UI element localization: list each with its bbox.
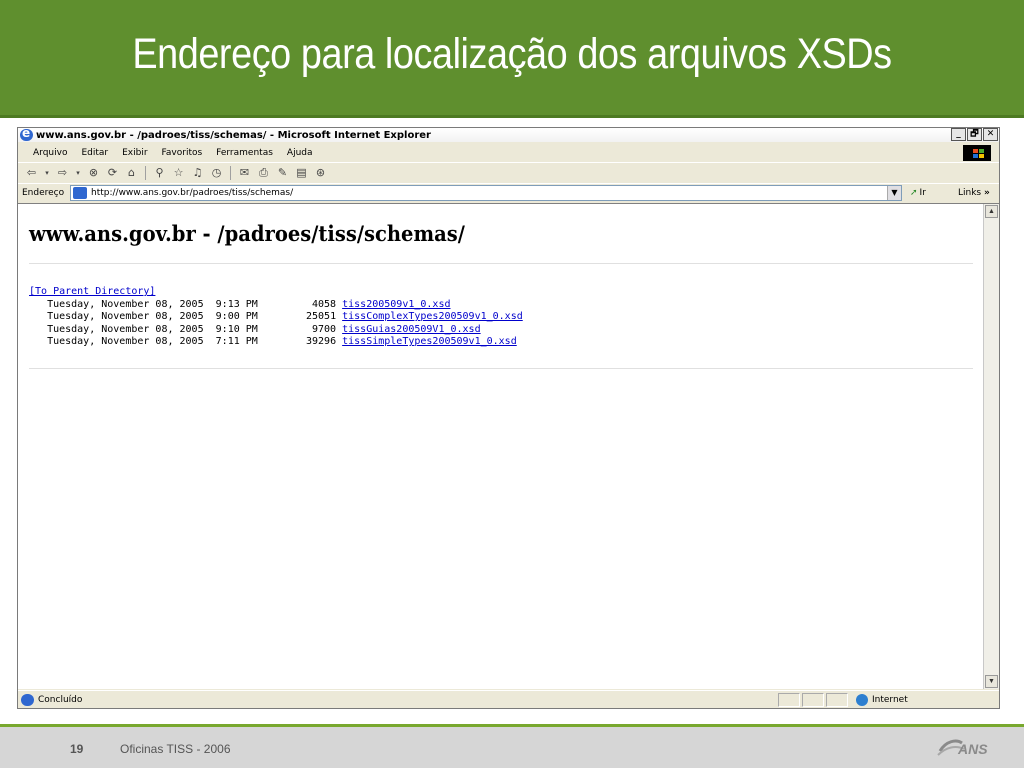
address-bar: Endereço http://www.ans.gov.br/padroes/t… (18, 183, 999, 202)
go-arrow-icon: ➚ (910, 188, 918, 198)
menu-ferramentas[interactable]: Ferramentas (209, 148, 280, 158)
zone-label: Internet (872, 694, 908, 705)
file-size: 4058 (312, 298, 337, 310)
file-link[interactable]: tissSimpleTypes200509v1_0.xsd (342, 336, 517, 347)
window-titlebar[interactable]: www.ans.gov.br - /padroes/tiss/schemas/ … (18, 126, 999, 142)
file-date: Tuesday, November 08, 2005 (47, 323, 204, 335)
media-icon[interactable]: ♫ (190, 166, 205, 180)
slide-number: 19 (70, 742, 84, 756)
page-icon (73, 187, 87, 199)
restore-button[interactable]: 🗗 (967, 128, 982, 141)
done-page-icon (21, 693, 34, 706)
ans-logo: ANS (937, 739, 988, 757)
file-row: Tuesday, November 08, 2005 7:11 PM 39296… (29, 336, 523, 349)
slide-title: Endereço para localização dos arquivos X… (132, 30, 892, 78)
close-button[interactable]: ✕ (983, 128, 998, 141)
slide-footer: 19 Oficinas TISS - 2006 ANS (0, 727, 1024, 768)
file-date: Tuesday, November 08, 2005 (47, 298, 204, 310)
links-chevron-icon: » (984, 188, 990, 198)
edit-icon[interactable]: ✎ (275, 166, 290, 180)
address-input[interactable]: http://www.ans.gov.br/padroes/tiss/schem… (70, 185, 902, 201)
go-label: Ir (919, 188, 926, 198)
search-icon[interactable]: ⚲ (152, 166, 167, 180)
toolbar-separator (145, 165, 146, 180)
page-viewport[interactable]: www.ans.gov.br - /padroes/tiss/schemas/ … (18, 203, 999, 689)
windows-logo-icon (963, 145, 991, 161)
discuss-icon[interactable]: ▤ (294, 166, 309, 180)
browser-window: www.ans.gov.br - /padroes/tiss/schemas/ … (17, 126, 1000, 709)
window-controls: _ 🗗 ✕ (951, 128, 998, 141)
forward-dropdown-icon[interactable]: ▾ (74, 166, 82, 180)
file-link[interactable]: tiss200509v1_0.xsd (342, 299, 450, 310)
print-icon[interactable]: ⎙ (256, 166, 271, 180)
status-panel (778, 692, 800, 707)
file-link[interactable]: tissComplexTypes200509v1_0.xsd (342, 311, 523, 322)
links-label: Links (958, 188, 982, 198)
logo-text: ANS (957, 741, 988, 757)
address-label: Endereço (22, 188, 65, 198)
messenger-icon[interactable]: ⊛ (313, 166, 328, 180)
history-icon[interactable]: ◷ (209, 166, 224, 180)
home-icon[interactable]: ⌂ (124, 166, 139, 180)
menu-editar[interactable]: Editar (74, 148, 115, 158)
status-panel (826, 692, 848, 707)
file-time: 9:10 PM (215, 323, 258, 335)
window-title: www.ans.gov.br - /padroes/tiss/schemas/ … (36, 129, 431, 141)
security-zone: Internet (856, 693, 908, 706)
file-time: 9:13 PM (215, 298, 258, 310)
scroll-down-icon[interactable]: ▼ (985, 675, 998, 688)
file-time: 7:11 PM (215, 336, 258, 348)
standard-toolbar: ⇦ ▾ ⇨ ▾ ⊗ ⟳ ⌂ ⚲ ☆ ♫ ◷ ✉ ⎙ ✎ ▤ ⊛ (18, 162, 999, 182)
file-size: 25051 (305, 311, 337, 323)
scroll-up-icon[interactable]: ▲ (985, 205, 998, 218)
parent-directory-link[interactable]: [To Parent Directory] (29, 286, 155, 297)
file-size: 39296 (305, 336, 337, 348)
internet-explorer-icon (20, 126, 33, 141)
favorites-icon[interactable]: ☆ (171, 166, 186, 180)
directory-listing: [To Parent Directory] Tuesday, November … (29, 286, 523, 349)
toolbar-separator (230, 165, 231, 180)
go-button[interactable]: ➚ Ir (910, 188, 940, 198)
menu-bar: Arquivo Editar Exibir Favoritos Ferramen… (18, 144, 999, 162)
status-panel (802, 692, 824, 707)
status-bar: Concluído Internet (18, 690, 999, 708)
menu-arquivo[interactable]: Arquivo (26, 148, 74, 158)
top-divider (29, 263, 973, 264)
address-dropdown-icon[interactable]: ▼ (887, 186, 901, 200)
file-time: 9:00 PM (215, 311, 258, 323)
globe-icon (856, 693, 868, 706)
minimize-button[interactable]: _ (951, 128, 966, 141)
menu-exibir[interactable]: Exibir (115, 148, 154, 158)
file-row: Tuesday, November 08, 2005 9:10 PM 9700 … (29, 324, 523, 337)
slide-header: Endereço para localização dos arquivos X… (0, 0, 1024, 118)
back-arrow-icon[interactable]: ⇦ (24, 166, 39, 180)
stop-icon[interactable]: ⊗ (86, 166, 101, 180)
links-button[interactable]: Links » (958, 188, 990, 198)
file-link[interactable]: tissGuias200509V1_0.xsd (342, 324, 480, 335)
file-date: Tuesday, November 08, 2005 (47, 311, 204, 323)
file-date: Tuesday, November 08, 2005 (47, 336, 204, 348)
status-text: Concluído (38, 694, 83, 705)
address-value[interactable]: http://www.ans.gov.br/padroes/tiss/schem… (91, 188, 293, 198)
footer-text: Oficinas TISS - 2006 (120, 742, 231, 756)
mail-icon[interactable]: ✉ (237, 166, 252, 180)
menu-favoritos[interactable]: Favoritos (155, 148, 210, 158)
page-heading: www.ans.gov.br - /padroes/tiss/schemas/ (29, 221, 465, 246)
file-row: Tuesday, November 08, 2005 9:13 PM 4058 … (29, 299, 523, 312)
refresh-icon[interactable]: ⟳ (105, 166, 120, 180)
menu-ajuda[interactable]: Ajuda (280, 148, 320, 158)
vertical-scrollbar[interactable]: ▲ ▼ (983, 204, 999, 689)
forward-arrow-icon[interactable]: ⇨ (55, 166, 70, 180)
file-row: Tuesday, November 08, 2005 9:00 PM 25051… (29, 311, 523, 324)
back-dropdown-icon[interactable]: ▾ (43, 166, 51, 180)
bottom-divider (29, 368, 973, 369)
file-size: 9700 (312, 323, 337, 335)
